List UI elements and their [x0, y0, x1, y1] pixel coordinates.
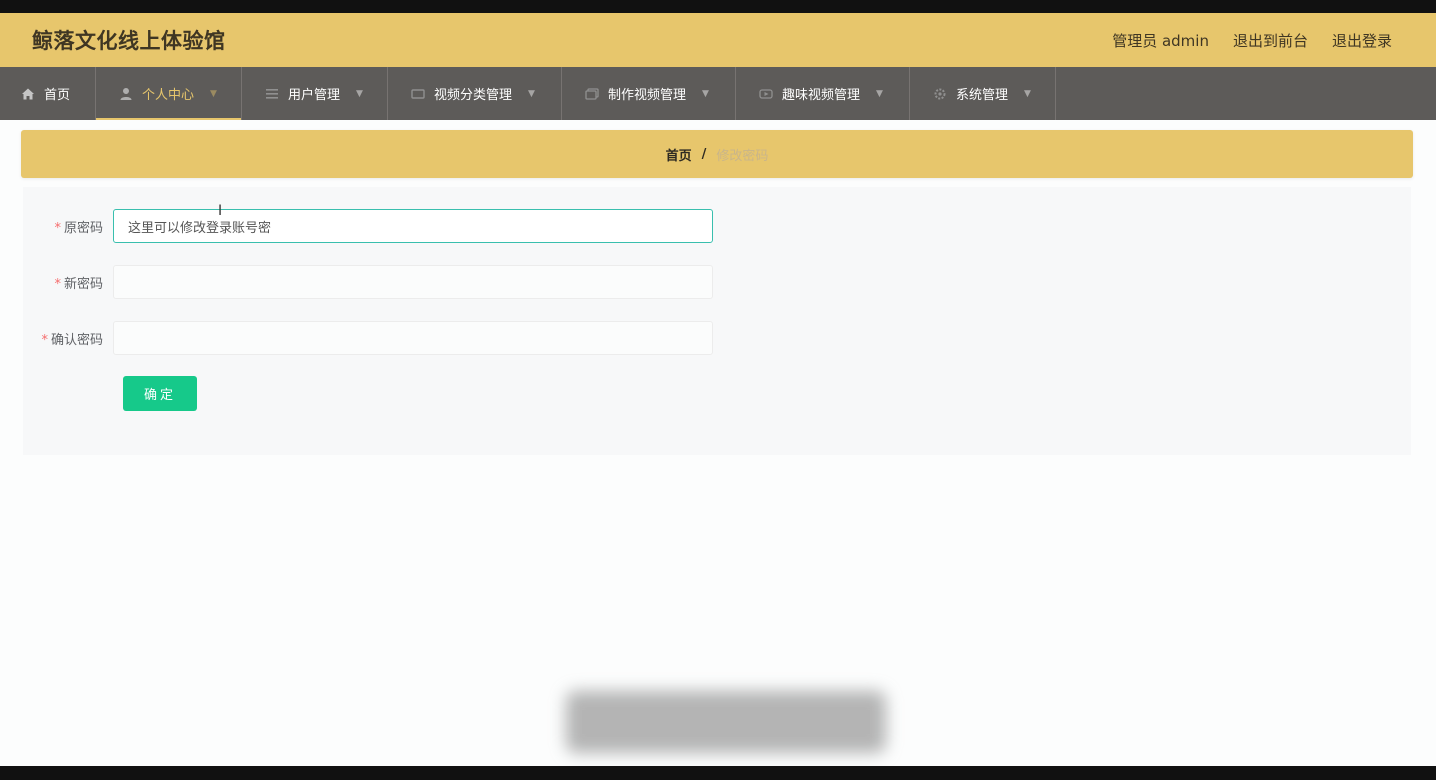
nav-item-label: 个人中心: [142, 88, 195, 103]
nav-item-home[interactable]: 首页: [0, 67, 96, 120]
nav-item-label: 用户管理: [288, 88, 341, 103]
app-title: 鲸落文化线上体验馆: [32, 29, 226, 53]
goto-front-link[interactable]: 退出到前台: [1233, 30, 1308, 51]
app-screen: 鲸落文化线上体验馆 管理员 admin 退出到前台 退出登录 首页 个人中心 ▼…: [0, 13, 1436, 766]
nav-item-label: 趣味视频管理: [782, 88, 861, 103]
old-password-label-text: 原密码: [63, 220, 103, 236]
required-mark: *: [54, 276, 61, 292]
nav-item-personal-center[interactable]: 个人中心 ▼: [96, 67, 242, 120]
chevron-down-icon: ▼: [528, 88, 535, 99]
required-mark: *: [54, 220, 61, 236]
logout-link[interactable]: 退出登录: [1332, 30, 1392, 51]
required-mark: *: [41, 332, 48, 348]
new-password-row: * 新密码: [23, 265, 713, 299]
confirm-password-input[interactable]: [113, 321, 713, 355]
nav-item-user-management[interactable]: 用户管理 ▼: [242, 67, 388, 120]
nav-item-video-category[interactable]: 视频分类管理 ▼: [388, 67, 562, 120]
confirm-password-label: * 确认密码: [23, 329, 113, 348]
new-password-label-text: 新密码: [63, 276, 103, 292]
video-make-icon: [584, 86, 600, 102]
main-nav: 首页 个人中心 ▼ 用户管理 ▼ 视频分类管理 ▼ 制作视频管理 ▼ 趣味视频管…: [0, 67, 1436, 120]
video-category-icon: [410, 86, 426, 102]
breadcrumb: 首页 / 修改密码: [21, 130, 1413, 178]
old-password-row: * 原密码: [23, 209, 713, 243]
video-fun-icon: [758, 86, 774, 102]
header-links: 管理员 admin 退出到前台 退出登录: [1112, 30, 1392, 51]
chevron-down-icon: ▼: [876, 88, 883, 99]
user-icon: [118, 86, 134, 102]
nav-item-video-fun[interactable]: 趣味视频管理 ▼: [736, 67, 910, 120]
new-password-label: * 新密码: [23, 273, 113, 292]
nav-item-label: 系统管理: [956, 88, 1009, 103]
breadcrumb-separator: /: [701, 146, 707, 162]
admin-label: 管理员 admin: [1112, 31, 1209, 50]
chevron-down-icon: ▼: [702, 88, 709, 99]
gear-icon: [932, 86, 948, 102]
top-header: 鲸落文化线上体验馆 管理员 admin 退出到前台 退出登录: [0, 13, 1436, 67]
confirm-password-label-text: 确认密码: [50, 332, 103, 348]
new-password-input[interactable]: [113, 265, 713, 299]
old-password-input[interactable]: [113, 209, 713, 243]
chevron-down-icon: ▼: [1024, 88, 1031, 99]
nav-item-label: 制作视频管理: [608, 88, 687, 103]
breadcrumb-current: 修改密码: [716, 148, 769, 164]
text-cursor-icon: I: [218, 203, 223, 219]
list-icon: [264, 86, 280, 102]
nav-item-label: 首页: [44, 88, 71, 103]
confirm-password-row: * 确认密码: [23, 321, 713, 355]
nav-item-video-make[interactable]: 制作视频管理 ▼: [562, 67, 736, 120]
submit-button[interactable]: 确定: [123, 376, 197, 411]
breadcrumb-home[interactable]: 首页: [666, 145, 692, 164]
old-password-label: * 原密码: [23, 217, 113, 236]
nav-item-label: 视频分类管理: [434, 88, 513, 103]
nav-item-system-management[interactable]: 系统管理 ▼: [910, 67, 1056, 120]
chevron-down-icon: ▼: [356, 88, 363, 99]
chevron-down-icon: ▼: [210, 88, 217, 99]
password-form: *原密码 *新密码 *确认密码 确定: [23, 187, 1411, 455]
blurred-overlay: [566, 691, 886, 753]
home-icon: [20, 86, 36, 102]
